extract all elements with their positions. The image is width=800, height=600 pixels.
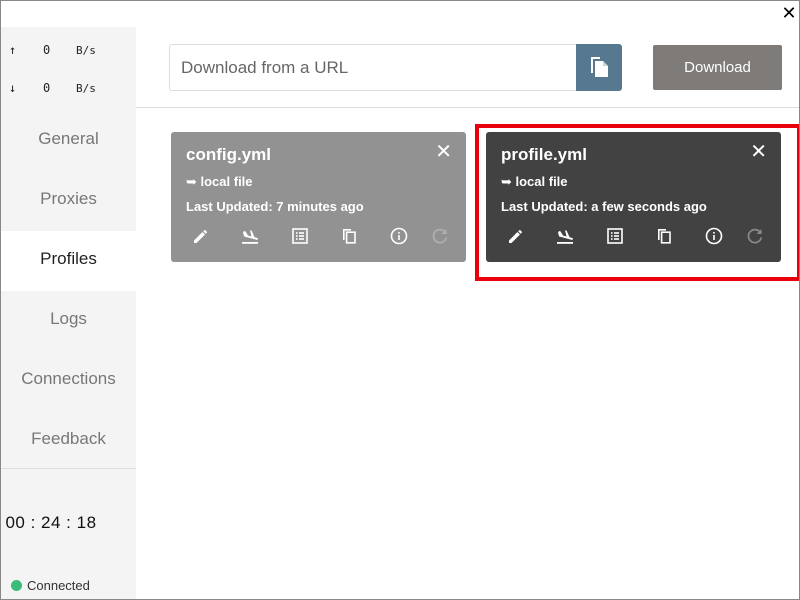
flight-land-icon[interactable] xyxy=(240,226,262,248)
paste-button[interactable] xyxy=(576,44,622,91)
sidebar-item-logs[interactable]: Logs xyxy=(1,291,136,351)
profile-actions xyxy=(486,226,781,250)
profile-source: ➥ local file xyxy=(186,174,253,189)
profile-name: config.yml xyxy=(186,145,272,164)
app-window: ✕ ↑ 0 B/s ↓ 0 B/s General Proxies Profil… xyxy=(0,0,800,600)
refresh-icon[interactable] xyxy=(745,226,767,248)
download-button[interactable]: Download xyxy=(653,45,782,90)
info-icon[interactable] xyxy=(704,226,726,248)
sidebar-nav: General Proxies Profiles Logs Connection… xyxy=(1,111,136,471)
refresh-icon[interactable] xyxy=(430,226,452,248)
copy-icon[interactable] xyxy=(339,226,361,248)
sidebar: ↑ 0 B/s ↓ 0 B/s General Proxies Profiles… xyxy=(1,27,136,599)
connection-status: Connected xyxy=(11,578,90,593)
profile-updated: Last Updated: 7 minutes ago xyxy=(186,199,364,214)
sidebar-item-profiles[interactable]: Profiles xyxy=(1,231,136,291)
download-value: 0 xyxy=(43,81,51,95)
download-arrow-icon: ↓ xyxy=(9,81,17,95)
flight-land-icon[interactable] xyxy=(555,226,577,248)
window-close-button[interactable]: ✕ xyxy=(779,3,799,23)
close-icon[interactable]: ✕ xyxy=(750,142,767,162)
upload-value: 0 xyxy=(43,43,51,57)
upload-arrow-icon: ↑ xyxy=(9,43,17,57)
profiles-list: config.yml ✕ ➥ local file Last Updated: … xyxy=(136,108,799,599)
paste-icon xyxy=(591,57,608,77)
profile-download-bar: Download xyxy=(136,27,799,108)
profile-card[interactable]: config.yml ✕ ➥ local file Last Updated: … xyxy=(171,132,466,262)
sidebar-item-feedback[interactable]: Feedback xyxy=(1,411,136,471)
profile-source: ➥ local file xyxy=(501,174,568,189)
profile-actions xyxy=(171,226,466,250)
upload-unit: B/s xyxy=(76,44,96,57)
profile-updated: Last Updated: a few seconds ago xyxy=(501,199,707,214)
download-unit: B/s xyxy=(76,82,96,95)
sidebar-item-proxies[interactable]: Proxies xyxy=(1,171,136,231)
profile-card[interactable]: profile.yml ✕ ➥ local file Last Updated:… xyxy=(486,132,781,262)
copy-icon[interactable] xyxy=(654,226,676,248)
edit-icon[interactable] xyxy=(506,226,528,248)
url-input[interactable] xyxy=(169,44,576,91)
close-icon[interactable]: ✕ xyxy=(435,142,452,162)
upload-speed: ↑ 0 B/s xyxy=(1,39,136,61)
sidebar-item-connections[interactable]: Connections xyxy=(1,351,136,411)
sidebar-item-general[interactable]: General xyxy=(1,111,136,171)
profile-name: profile.yml xyxy=(501,145,587,164)
sidebar-footer: 00 : 24 : 18 Connected xyxy=(1,468,136,599)
status-label: Connected xyxy=(27,578,90,593)
status-dot-icon xyxy=(11,580,22,591)
info-icon[interactable] xyxy=(389,226,411,248)
download-speed: ↓ 0 B/s xyxy=(1,77,136,99)
traffic-monitor: ↑ 0 B/s ↓ 0 B/s xyxy=(1,27,136,107)
list-icon[interactable] xyxy=(605,226,627,248)
list-icon[interactable] xyxy=(290,226,312,248)
uptime-timer: 00 : 24 : 18 xyxy=(5,513,97,532)
edit-icon[interactable] xyxy=(191,226,213,248)
title-bar: ✕ xyxy=(1,1,799,27)
